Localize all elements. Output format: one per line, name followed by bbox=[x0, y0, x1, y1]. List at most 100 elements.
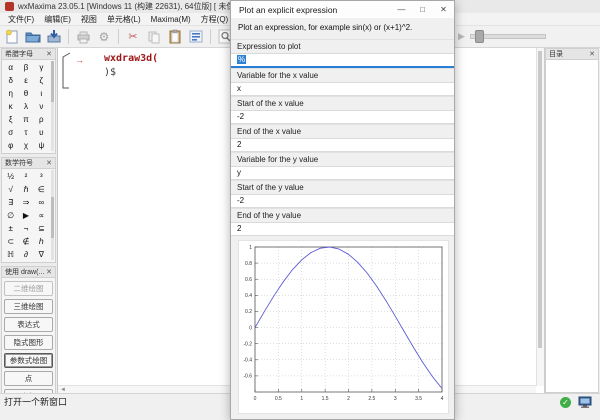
play-animation-icon[interactable]: ▶ bbox=[458, 32, 465, 42]
close-icon[interactable]: ✕ bbox=[46, 160, 52, 167]
animation-slider[interactable] bbox=[470, 34, 546, 39]
greek-letter[interactable]: α bbox=[3, 61, 18, 74]
greek-letter[interactable]: θ bbox=[18, 87, 33, 100]
menu-item[interactable]: 方程(Q) bbox=[196, 14, 234, 25]
close-icon[interactable]: ✕ bbox=[46, 51, 52, 58]
draw-button[interactable]: 隐式图形 bbox=[4, 335, 53, 350]
scrollbar-thumb[interactable] bbox=[538, 51, 542, 348]
math-symbol[interactable]: ⇒ bbox=[18, 196, 33, 209]
field-input[interactable]: y bbox=[231, 166, 454, 180]
greek-panel-title: 希腊字母 bbox=[5, 49, 33, 59]
greek-panel-header: 希腊字母 ✕ bbox=[2, 49, 55, 60]
close-icon[interactable]: ✕ bbox=[433, 1, 454, 18]
dialog-titlebar[interactable]: Plot an explicit expression — □ ✕ bbox=[231, 1, 454, 18]
greek-letter[interactable]: ν bbox=[34, 100, 49, 113]
greek-letter[interactable]: τ bbox=[18, 126, 33, 139]
menu-item[interactable]: Maxima(M) bbox=[146, 15, 196, 24]
greek-letter[interactable]: υ bbox=[34, 126, 49, 139]
field-input[interactable]: -2 bbox=[231, 194, 454, 208]
math-symbol[interactable]: ½ bbox=[3, 170, 18, 183]
greek-letter[interactable]: σ bbox=[3, 126, 18, 139]
close-icon[interactable]: ✕ bbox=[46, 269, 52, 276]
scrollbar-thumb[interactable] bbox=[51, 197, 54, 238]
panel-scrollbar[interactable] bbox=[51, 170, 54, 260]
text-cell-style-icon[interactable] bbox=[187, 28, 205, 46]
math-symbol[interactable]: ℍ bbox=[3, 248, 18, 261]
greek-letter[interactable]: ζ bbox=[34, 74, 49, 87]
greek-letter[interactable]: β bbox=[18, 61, 33, 74]
math-symbol[interactable]: ∉ bbox=[18, 235, 33, 248]
left-sidebar: 希腊字母 ✕ αβγ δεζ ηθι κλν ξπρ στυ φχψ 数学符号 ✕ ½²³ √… bbox=[0, 48, 58, 394]
code-line-1: wxdraw3d( bbox=[104, 52, 158, 66]
math-symbol[interactable]: ² bbox=[18, 170, 33, 183]
draw-panel-header: 使用 draw(... ✕ bbox=[2, 267, 55, 278]
math-symbol[interactable]: ⊆ bbox=[34, 222, 49, 235]
math-symbol[interactable]: ∅ bbox=[3, 209, 18, 222]
copy-icon[interactable] bbox=[145, 28, 163, 46]
greek-letter[interactable]: γ bbox=[34, 61, 49, 74]
greek-letter[interactable]: ε bbox=[18, 74, 33, 87]
greek-letter[interactable]: χ bbox=[18, 139, 33, 152]
greek-letter[interactable]: ρ bbox=[34, 113, 49, 126]
greek-letter[interactable]: ι bbox=[34, 87, 49, 100]
panel-scrollbar[interactable] bbox=[51, 61, 54, 151]
math-symbol[interactable]: ∝ bbox=[34, 209, 49, 222]
cut-scissors-icon[interactable]: ✂ bbox=[124, 28, 142, 46]
math-symbol[interactable]: ∃ bbox=[3, 196, 18, 209]
vertical-scrollbar[interactable] bbox=[536, 48, 544, 386]
field-input[interactable]: 2 bbox=[231, 138, 454, 152]
symbols-panel-title: 数学符号 bbox=[5, 158, 33, 168]
draw-button[interactable]: 参数式绘图 bbox=[4, 353, 53, 368]
math-symbol[interactable]: ℎ bbox=[34, 235, 49, 248]
field-input[interactable]: % bbox=[231, 53, 454, 68]
math-symbol[interactable]: ¬ bbox=[18, 222, 33, 235]
greek-letter[interactable]: κ bbox=[3, 100, 18, 113]
greek-letter[interactable]: ψ bbox=[34, 139, 49, 152]
draw-button[interactable]: 点 bbox=[4, 371, 53, 386]
greek-letter[interactable]: δ bbox=[3, 74, 18, 87]
greek-letter[interactable]: π bbox=[18, 113, 33, 126]
toc-body[interactable] bbox=[545, 60, 599, 393]
field-input[interactable]: -2 bbox=[231, 110, 454, 124]
math-symbol[interactable]: ▶ bbox=[18, 209, 33, 222]
input-cell[interactable]: → wxdraw3d( )$ bbox=[61, 52, 158, 92]
toc-panel: 目录 ✕ bbox=[545, 48, 600, 394]
scrollbar-thumb[interactable] bbox=[51, 61, 54, 102]
save-icon[interactable] bbox=[45, 28, 63, 46]
open-folder-icon[interactable] bbox=[24, 28, 42, 46]
greek-letter[interactable]: φ bbox=[3, 139, 18, 152]
math-symbol[interactable]: ± bbox=[3, 222, 18, 235]
close-icon[interactable]: ✕ bbox=[589, 51, 595, 58]
draw-button[interactable]: 三维绘图 bbox=[4, 299, 53, 314]
math-symbol[interactable]: ∂ bbox=[18, 248, 33, 261]
cell-bracket[interactable] bbox=[61, 52, 71, 92]
math-symbol[interactable]: ∞ bbox=[34, 196, 49, 209]
math-symbol[interactable]: ⊂ bbox=[3, 235, 18, 248]
menu-item[interactable]: 视图 bbox=[76, 14, 102, 25]
field-input[interactable]: x bbox=[231, 82, 454, 96]
field-input[interactable]: 2 bbox=[231, 222, 454, 236]
menu-item[interactable]: 文件(F) bbox=[3, 14, 39, 25]
animation-slider-handle[interactable] bbox=[475, 30, 484, 43]
math-symbol[interactable]: √ bbox=[3, 183, 18, 196]
greek-letter[interactable]: λ bbox=[18, 100, 33, 113]
dialog-fields: Expression to plot%Variable for the x va… bbox=[231, 39, 454, 236]
menu-item[interactable]: 编辑(E) bbox=[39, 14, 76, 25]
minimize-icon[interactable]: — bbox=[391, 1, 412, 18]
greek-letter[interactable]: ξ bbox=[3, 113, 18, 126]
print-icon[interactable] bbox=[74, 28, 92, 46]
math-symbol[interactable]: ∇ bbox=[34, 248, 49, 261]
greek-letters-grid: αβγ δεζ ηθι κλν ξπρ στυ φχψ bbox=[2, 60, 55, 153]
math-symbol[interactable]: ℏ bbox=[18, 183, 33, 196]
math-symbol[interactable]: ³ bbox=[34, 170, 49, 183]
draw-button[interactable]: 表达式 bbox=[4, 317, 53, 332]
maximize-icon[interactable]: □ bbox=[412, 1, 433, 18]
math-symbol[interactable]: ∈ bbox=[34, 183, 49, 196]
new-document-icon[interactable] bbox=[3, 28, 21, 46]
preferences-gear-icon[interactable]: ⚙ bbox=[95, 28, 113, 46]
greek-letter[interactable]: η bbox=[3, 87, 18, 100]
menu-item[interactable]: 单元格(L) bbox=[102, 14, 146, 25]
cell-code[interactable]: wxdraw3d( )$ bbox=[104, 52, 158, 80]
svg-text:3.5: 3.5 bbox=[415, 396, 422, 402]
paste-clipboard-icon[interactable] bbox=[166, 28, 184, 46]
